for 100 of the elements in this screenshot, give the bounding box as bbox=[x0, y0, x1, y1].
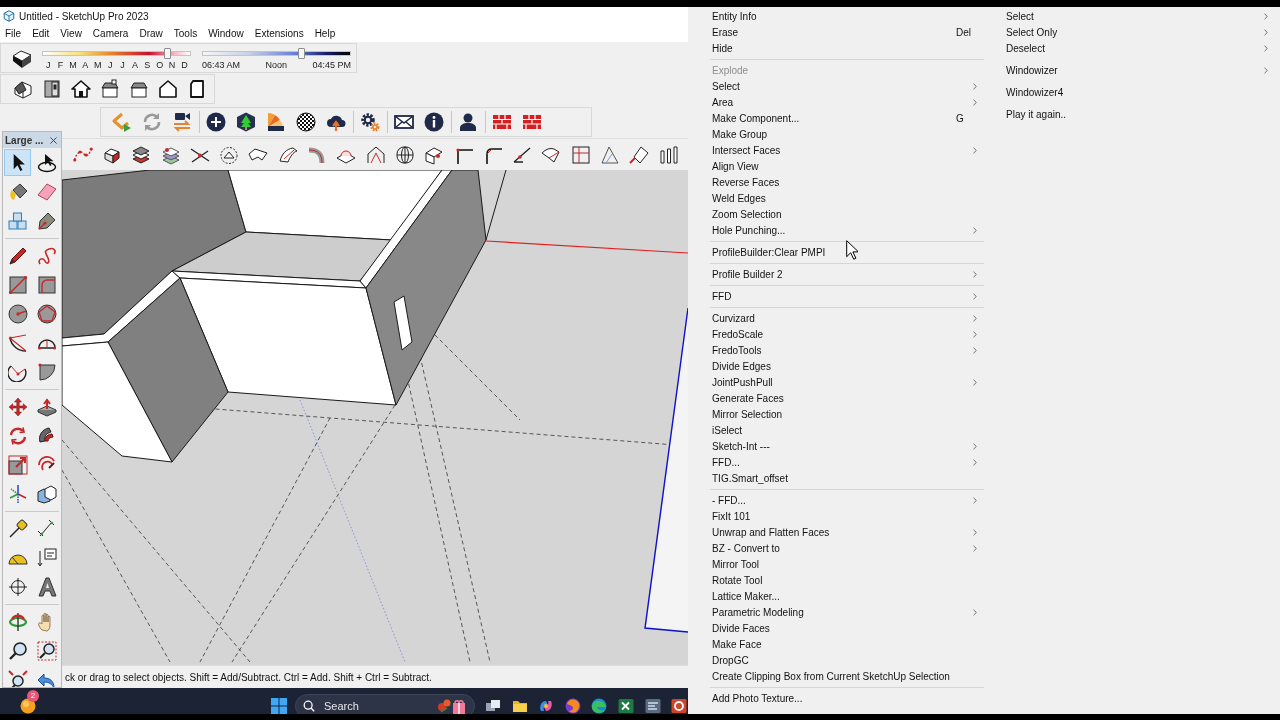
paint-bucket-icon[interactable] bbox=[7, 181, 28, 202]
orbit-icon[interactable] bbox=[7, 611, 28, 632]
menu-item[interactable]: Make Face bbox=[688, 636, 1000, 652]
house-roof-icon[interactable] bbox=[128, 79, 149, 99]
color-fan-icon[interactable] bbox=[266, 112, 286, 132]
menu-item[interactable]: Windowizer4 bbox=[1000, 84, 1280, 100]
search-icon[interactable] bbox=[303, 700, 315, 712]
menu-bar-item[interactable]: Camera bbox=[92, 26, 129, 41]
spreadsheet-icon[interactable] bbox=[617, 698, 634, 714]
cabinet-icon[interactable] bbox=[41, 79, 62, 99]
menu-item[interactable]: Profile Builder 2 bbox=[688, 266, 1000, 282]
tape-measure-icon[interactable] bbox=[7, 518, 28, 539]
twist-shape-icon[interactable] bbox=[277, 144, 298, 165]
columns-icon[interactable] bbox=[658, 144, 679, 165]
menu-item[interactable]: Hide bbox=[688, 40, 1000, 56]
menu-item[interactable]: Erase Del bbox=[688, 24, 1000, 40]
roof-frame-icon[interactable] bbox=[365, 144, 386, 165]
menu-item[interactable]: Curvizard bbox=[688, 310, 1000, 326]
menu-item[interactable]: Select bbox=[688, 78, 1000, 94]
slider-thumb[interactable] bbox=[163, 48, 171, 59]
polygon-icon[interactable] bbox=[36, 303, 57, 324]
freehand-curve-icon[interactable] bbox=[36, 245, 57, 266]
menu-bar-item[interactable]: File bbox=[5, 26, 22, 41]
menu-item[interactable]: JointPushPull bbox=[688, 374, 1000, 390]
sun-icon[interactable] bbox=[20, 698, 36, 714]
menu-item[interactable]: FixIt 101 bbox=[688, 508, 1000, 524]
rotate-arrows-icon[interactable] bbox=[7, 425, 28, 446]
circle-icon[interactable] bbox=[7, 303, 28, 324]
menu-item[interactable]: FFD bbox=[688, 288, 1000, 304]
menu-item[interactable]: Sketch-Int --- bbox=[688, 438, 1000, 454]
axes-icon[interactable] bbox=[7, 483, 28, 504]
menu-item[interactable]: Make Group bbox=[688, 126, 1000, 142]
menu-item[interactable]: ProfileBuilder:Clear PMPI bbox=[688, 244, 1000, 260]
menu-bar-item[interactable]: Tools bbox=[173, 26, 198, 41]
zoom-extents-icon[interactable] bbox=[7, 669, 28, 687]
dimension-icon[interactable] bbox=[36, 518, 57, 539]
crosshair-circle-icon[interactable] bbox=[7, 576, 28, 597]
start-icon[interactable] bbox=[271, 698, 287, 714]
info-icon[interactable] bbox=[424, 112, 444, 132]
menu-bar-item[interactable]: View bbox=[60, 26, 82, 41]
menu-item[interactable]: Add Photo Texture... bbox=[688, 690, 1000, 706]
menu-item[interactable]: Make Component... G bbox=[688, 110, 1000, 126]
menu-item[interactable]: Entity Info bbox=[688, 8, 1000, 24]
browser-icon[interactable] bbox=[564, 698, 581, 714]
slider-thumb[interactable] bbox=[298, 48, 306, 59]
menu-bar-item[interactable]: Edit bbox=[32, 26, 50, 41]
menu-item[interactable]: Parametric Modeling bbox=[688, 604, 1000, 620]
task-view-icon[interactable] bbox=[485, 698, 501, 714]
house-icon[interactable] bbox=[70, 79, 91, 99]
browser-icon[interactable] bbox=[591, 698, 608, 714]
menu-item[interactable]: Generate Faces bbox=[688, 390, 1000, 406]
cubes-icon[interactable] bbox=[7, 210, 28, 231]
menu-item[interactable]: Rotate Tool bbox=[688, 572, 1000, 588]
settings-icon[interactable] bbox=[360, 112, 380, 132]
plus-circle-icon[interactable] bbox=[206, 112, 226, 132]
tag-icon[interactable] bbox=[36, 210, 57, 231]
menu-item[interactable]: TIG.Smart_offset bbox=[688, 470, 1000, 486]
rounded-rectangle-icon[interactable] bbox=[36, 274, 57, 295]
menu-item[interactable]: - FFD... bbox=[688, 492, 1000, 508]
menu-item[interactable]: Intersect Faces bbox=[688, 142, 1000, 158]
globe-icon[interactable] bbox=[394, 144, 415, 165]
close-icon[interactable] bbox=[50, 136, 57, 144]
app-icon[interactable] bbox=[644, 698, 661, 714]
triangle-icon[interactable] bbox=[600, 144, 620, 165]
orbit-arrow-icon[interactable] bbox=[36, 152, 57, 173]
menu-item[interactable]: Windowizer bbox=[1000, 62, 1280, 78]
presentation-icon[interactable] bbox=[671, 698, 688, 714]
folder-icon[interactable] bbox=[511, 698, 528, 714]
menu-item[interactable]: Align View bbox=[688, 158, 1000, 174]
menu-item[interactable]: DropGC bbox=[688, 652, 1000, 668]
menu-item[interactable]: Mirror Tool bbox=[688, 556, 1000, 572]
menu-bar-item[interactable]: Extensions bbox=[254, 26, 304, 41]
mail-icon[interactable] bbox=[394, 112, 414, 132]
menu-item[interactable]: Create Clipping Box from Current SketchUp Selection bbox=[688, 668, 1000, 684]
arc-icon[interactable] bbox=[7, 332, 28, 353]
house-outline-icon[interactable] bbox=[157, 79, 178, 99]
menu-item[interactable]: Mirror Selection bbox=[688, 406, 1000, 422]
menu-bar-item[interactable]: Draw bbox=[139, 26, 163, 41]
menu-item[interactable]: Select bbox=[1000, 8, 1280, 24]
scale-icon[interactable] bbox=[7, 454, 28, 475]
menu-item[interactable]: Play it again.. bbox=[1000, 106, 1280, 122]
menu-item[interactable]: Area bbox=[688, 94, 1000, 110]
menu-bar-item[interactable]: Help bbox=[314, 26, 336, 41]
zoom-icon[interactable] bbox=[7, 640, 28, 661]
pencil-icon[interactable] bbox=[7, 245, 28, 266]
menu-item[interactable]: Select Only bbox=[1000, 24, 1280, 40]
menu-item[interactable]: BZ - Convert to bbox=[688, 540, 1000, 556]
eraser-icon[interactable] bbox=[36, 181, 57, 202]
menu-item[interactable]: Lattice Maker... bbox=[688, 588, 1000, 604]
brick-wall-icon[interactable] bbox=[522, 112, 542, 132]
swirl-icon[interactable] bbox=[538, 698, 555, 714]
menu-item[interactable]: Reverse Faces bbox=[688, 174, 1000, 190]
menu-bar-item[interactable]: Window bbox=[208, 26, 244, 41]
letter-a-icon[interactable] bbox=[36, 576, 57, 597]
rectangle-icon[interactable] bbox=[7, 274, 28, 295]
house-chimney-icon[interactable] bbox=[99, 79, 120, 99]
menu-item[interactable]: Deselect bbox=[1000, 40, 1280, 56]
menu-item[interactable]: FFD... bbox=[688, 454, 1000, 470]
text-label-icon[interactable] bbox=[36, 547, 57, 568]
menu-item[interactable]: FredoTools bbox=[688, 342, 1000, 358]
